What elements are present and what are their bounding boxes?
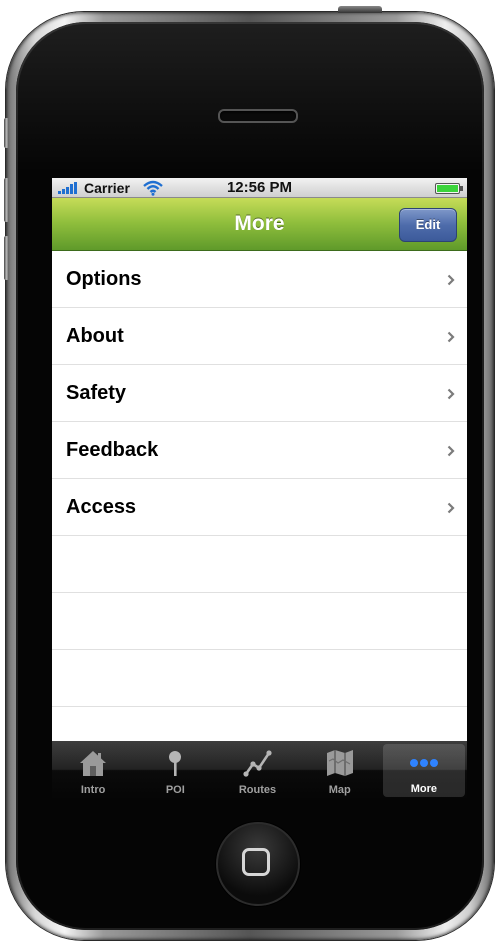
menu-item-label: About xyxy=(66,325,124,347)
battery-icon xyxy=(435,183,463,194)
chevron-right-icon xyxy=(447,502,455,514)
empty-row xyxy=(52,650,467,707)
more-menu-list: Options About Safety Feedback Access xyxy=(52,251,467,741)
simulator-stage: Carrier 12:56 PM More Edit Options About… xyxy=(0,0,500,946)
chevron-right-icon xyxy=(447,388,455,400)
menu-item-safety[interactable]: Safety xyxy=(52,365,467,422)
menu-item-label: Safety xyxy=(66,382,127,404)
menu-item-access[interactable]: Access xyxy=(52,479,467,536)
tab-more[interactable]: More xyxy=(382,744,466,797)
tab-intro[interactable]: Intro xyxy=(52,741,134,800)
menu-item-about[interactable]: About xyxy=(52,308,467,365)
more-dots-icon xyxy=(409,759,438,767)
tab-label: Routes xyxy=(238,784,277,796)
sleep-button[interactable] xyxy=(338,6,382,13)
status-bar: Carrier 12:56 PM xyxy=(52,178,467,198)
map-icon xyxy=(326,750,353,776)
tab-label: Intro xyxy=(80,784,106,796)
empty-row xyxy=(52,536,467,593)
chevron-right-icon xyxy=(447,331,455,343)
menu-item-feedback[interactable]: Feedback xyxy=(52,422,467,479)
menu-item-label: Feedback xyxy=(66,439,159,461)
tab-label: More xyxy=(410,783,438,795)
app-screen: Carrier 12:56 PM More Edit Options About… xyxy=(52,178,467,800)
status-clock: 12:56 PM xyxy=(226,179,293,196)
home-button[interactable] xyxy=(216,822,300,906)
tab-label: POI xyxy=(165,784,185,796)
volume-down-button[interactable] xyxy=(4,236,9,280)
tab-routes[interactable]: Routes xyxy=(216,741,298,800)
tab-poi[interactable]: POI xyxy=(134,741,216,800)
tab-label: Map xyxy=(328,784,351,796)
empty-row xyxy=(52,593,467,650)
bezel-gloss xyxy=(16,22,484,172)
navigation-bar: More Edit xyxy=(52,198,467,251)
edit-button[interactable]: Edit xyxy=(399,208,457,242)
pin-icon xyxy=(169,751,182,776)
tab-map[interactable]: Map xyxy=(299,741,381,800)
menu-item-options[interactable]: Options xyxy=(52,251,467,308)
house-icon xyxy=(80,751,107,776)
chevron-right-icon xyxy=(447,445,455,457)
route-icon xyxy=(242,750,272,777)
menu-item-label: Options xyxy=(66,268,142,290)
chevron-right-icon xyxy=(447,274,455,286)
volume-up-button[interactable] xyxy=(4,178,9,222)
mute-switch[interactable] xyxy=(4,118,9,148)
tab-bar: Intro POI Routes Map More xyxy=(52,741,467,800)
earpiece-speaker xyxy=(218,109,298,123)
home-square-icon xyxy=(242,848,270,876)
menu-item-label: Access xyxy=(66,496,137,518)
